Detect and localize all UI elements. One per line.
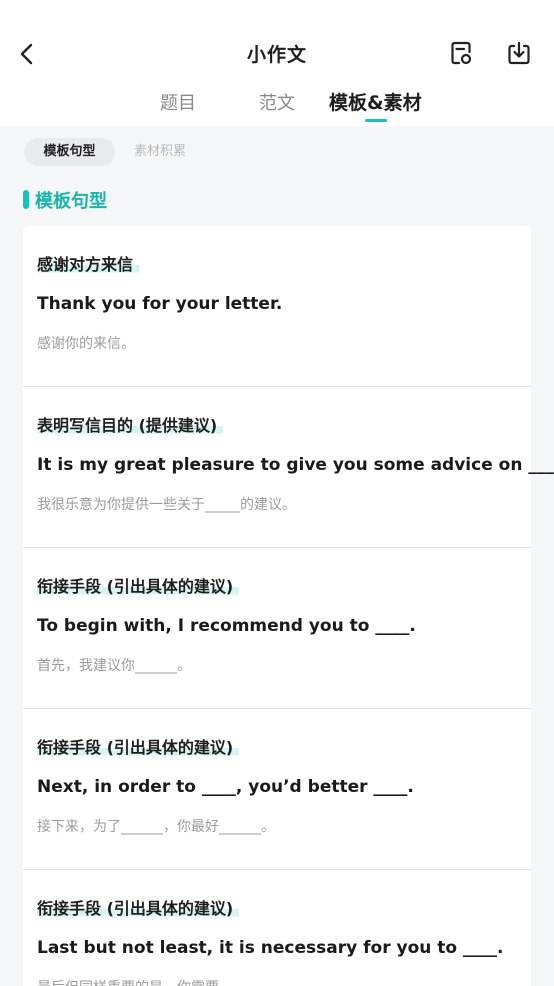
card-label: 衔接手段 (引出具体的建议) [37, 895, 240, 919]
tab-bar: 题目 范文 模板&素材 [0, 89, 554, 123]
active-tab-indicator [365, 119, 387, 122]
card-english-sentence: Last but not least, it is necessary for … [37, 938, 504, 958]
chip-material-collection[interactable]: 素材积累 [134, 138, 186, 166]
template-card[interactable]: 衔接手段 (引出具体的建议) Last but not least, it is… [23, 870, 531, 986]
card-label: 感谢对方来信 [37, 251, 140, 275]
tab-sample-essay[interactable]: 范文 [259, 89, 295, 115]
card-chinese-translation: 首先，我建议你______。 [37, 658, 191, 674]
card-chinese-translation: 最后但同样重要的是，你需要______。 [37, 977, 275, 986]
card-chinese-translation: 感谢你的来信。 [37, 336, 135, 352]
section-accent-bar [23, 190, 29, 209]
chip-template-sentences[interactable]: 模板句型 [24, 138, 115, 166]
template-card[interactable]: 表明写信目的 (提供建议) It is my great pleasure to… [23, 387, 554, 548]
tab-topic[interactable]: 题目 [160, 89, 196, 115]
section-title: 模板句型 [35, 191, 107, 212]
top-bar: 小作文 题目 范文 模板&素材 [0, 0, 554, 126]
template-card[interactable]: 衔接手段 (引出具体的建议) Next, in order to ____, y… [23, 709, 531, 870]
template-card[interactable]: 衔接手段 (引出具体的建议) To begin with, I recommen… [23, 548, 531, 709]
card-chinese-translation: 我很乐意为你提供一些关于_____的建议。 [37, 497, 296, 513]
template-card-list: 感谢对方来信 Thank you for your letter. 感谢你的来信… [23, 226, 554, 986]
tab-templates-materials[interactable]: 模板&素材 [329, 88, 422, 115]
card-english-sentence: Thank you for your letter. [37, 294, 283, 314]
card-chinese-translation: 接下来，为了______，你最好______。 [37, 819, 275, 835]
document-settings-icon[interactable] [446, 38, 476, 68]
card-english-sentence: It is my great pleasure to give you some… [37, 455, 554, 475]
card-label: 表明写信目的 (提供建议) [37, 412, 224, 436]
content-area[interactable]: 模板句型 素材积累 模板句型 感谢对方来信 Thank you for your… [0, 126, 554, 986]
card-english-sentence: Next, in order to ____, you’d better ___… [37, 777, 414, 797]
card-english-sentence: To begin with, I recommend you to ____. [37, 616, 416, 636]
card-label: 衔接手段 (引出具体的建议) [37, 734, 240, 758]
template-card[interactable]: 感谢对方来信 Thank you for your letter. 感谢你的来信… [23, 226, 531, 387]
card-label: 衔接手段 (引出具体的建议) [37, 573, 240, 597]
download-icon[interactable] [504, 38, 534, 68]
